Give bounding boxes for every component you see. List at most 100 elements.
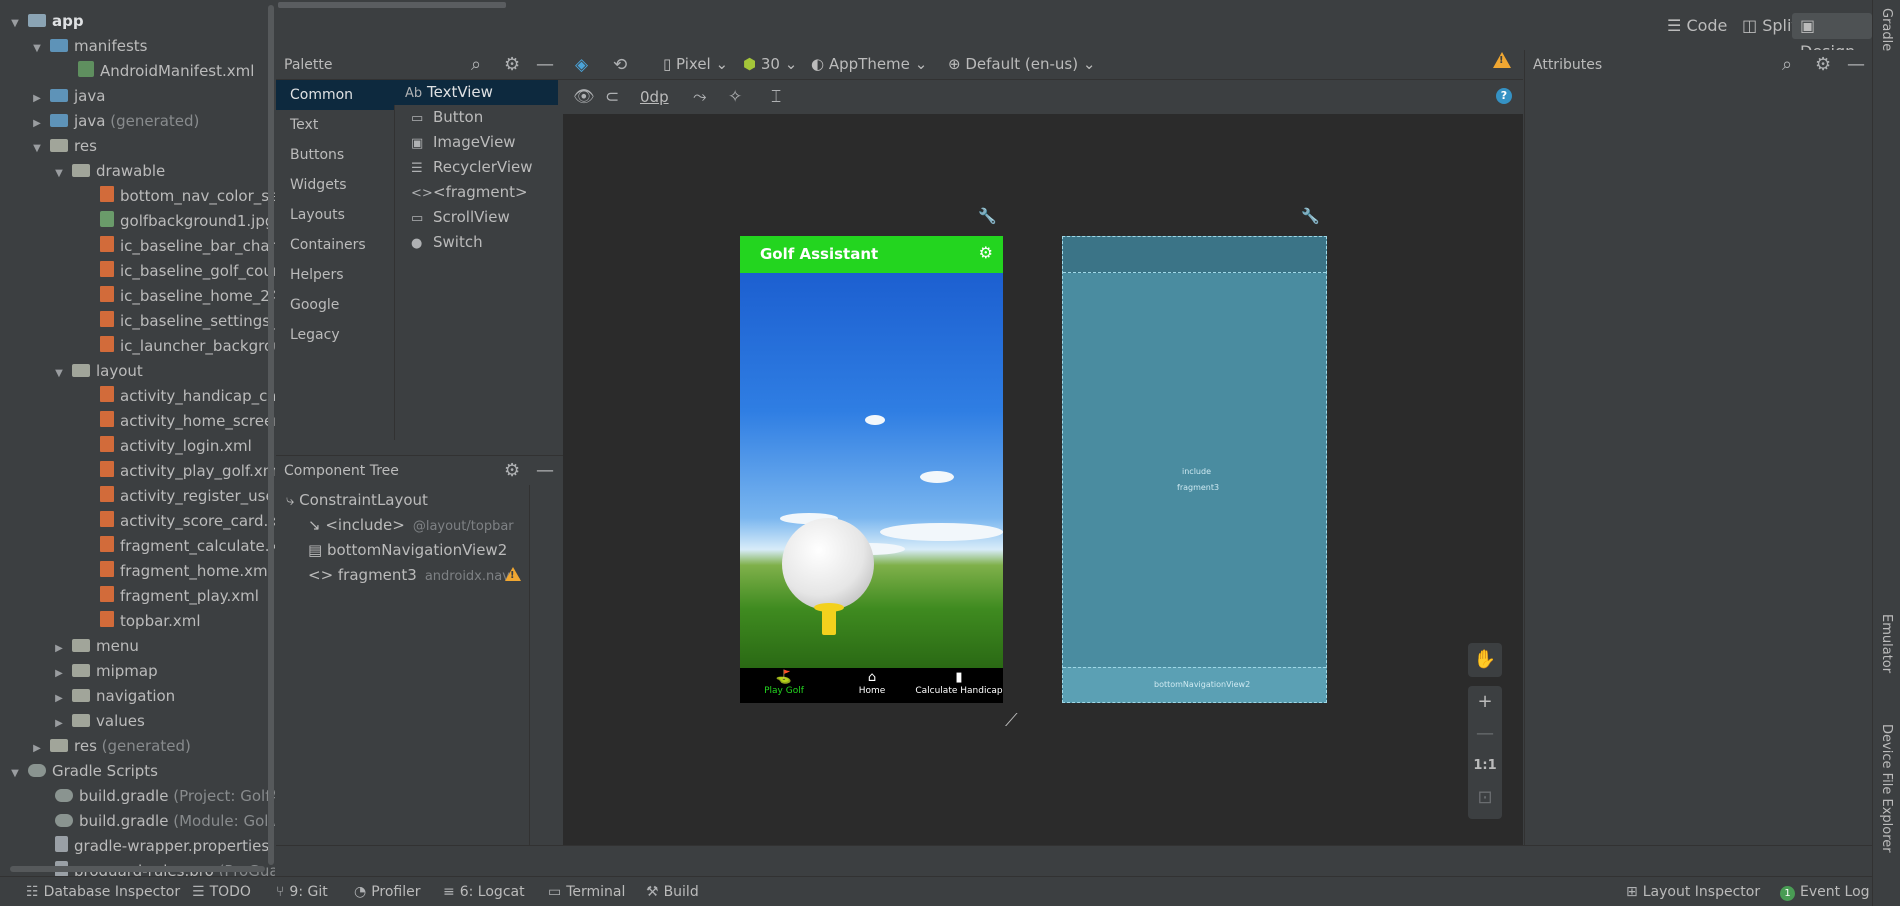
tree-item-file[interactable]: fragment_calculate.xm [100,534,275,559]
gear-icon[interactable]: ⚙ [504,54,520,75]
palette-item-recyclerview[interactable]: ☰ RecyclerView [395,155,564,180]
palette-category-common[interactable]: Common [276,80,394,110]
chevron-down-icon[interactable]: ▼ [30,36,44,61]
project-vertical-scrollbar[interactable] [268,5,274,865]
palette-category-helpers[interactable]: Helpers [276,260,394,290]
tree-item-menu[interactable]: ▶ menu [52,634,139,659]
palette-item-button[interactable]: ▭ Button [395,105,564,130]
tree-item-file[interactable]: activity_score_card.xml [100,509,275,534]
component-fragment3[interactable]: <> fragment3 androidx.nav... [308,563,521,588]
tree-item-app[interactable]: ▼ app [8,9,83,36]
search-icon[interactable]: ⌕ [1782,54,1792,75]
palette-category-buttons[interactable]: Buttons [276,140,394,170]
tree-item-java[interactable]: ▶ java [30,84,105,109]
tree-item-file[interactable]: activity_home_screen.x [100,409,275,434]
nav-play-golf[interactable]: ⛳ Play Golf [740,670,828,696]
phone-preview[interactable]: Golf Assistant ⚙ ⛳ Play Golf ⌂ Home ▮ Ca… [740,236,1003,703]
logcat-tab[interactable]: ≡ 6: Logcat [443,884,525,900]
gear-icon[interactable]: ⚙ [504,460,520,481]
chevron-right-icon[interactable]: ▶ [52,661,66,686]
tree-item-file[interactable]: ic_baseline_golf_course [100,259,275,284]
palette-category-google[interactable]: Google [276,290,394,320]
tree-item-java-generated[interactable]: ▶ java (generated) [30,109,199,134]
tree-item-file[interactable]: fragment_home.xml [100,559,272,584]
design-canvas[interactable] [563,115,1523,845]
terminal-tab[interactable]: ▭ Terminal [548,884,625,900]
magic-wand-icon[interactable]: ✧ [728,87,742,107]
palette-category-widgets[interactable]: Widgets [276,170,394,200]
device-file-explorer-tool-tab[interactable]: Device File Explorer [1879,724,1894,853]
code-mode-button[interactable]: ☰ Code [1659,13,1735,39]
magnet-icon[interactable]: ⊂ [605,87,619,107]
help-icon[interactable]: ? [1496,88,1512,104]
tree-item-file[interactable]: golfbackground1.jpg [100,209,274,234]
layout-inspector-tab[interactable]: ⊞ Layout Inspector [1626,884,1760,900]
orientation-icon[interactable]: ⟲ [613,55,627,75]
minimize-icon[interactable]: — [536,460,554,481]
event-log-tab[interactable]: 1 Event Log [1780,884,1870,901]
resize-handle-icon[interactable]: ⟋ [1005,710,1018,731]
tree-item-layout[interactable]: ▼ layout [52,359,143,384]
chevron-right-icon[interactable]: ▶ [52,711,66,736]
default-margin-input[interactable]: 0dp [640,88,669,106]
tree-item-values[interactable]: ▶ values [52,709,145,734]
pan-button[interactable]: ✋ [1468,643,1502,677]
blueprint-preview[interactable]: include fragment3 bottomNavigationView2 [1062,236,1327,703]
wrench-icon[interactable]: 🔧 [978,207,997,225]
tree-item-res[interactable]: ▼ res [30,134,97,159]
layers-icon[interactable]: ◈ [575,55,588,75]
chevron-right-icon[interactable]: ▶ [52,686,66,711]
component-bottom-navigation[interactable]: ▤ bottomNavigationView2 [308,538,507,563]
editor-tab-scrollbar[interactable] [278,2,506,8]
tree-item-gradle-scripts[interactable]: ▼ Gradle Scripts [8,759,158,784]
tree-item-file[interactable]: topbar.xml [100,609,201,634]
tree-item-gradle-wrapper[interactable]: gradle-wrapper.properties (G [55,834,275,859]
tree-item-manifests[interactable]: ▼ manifests [30,34,147,61]
device-selector[interactable]: ▯ Pixel ⌄ [663,55,728,73]
tree-item-drawable[interactable]: ▼ drawable [52,159,165,184]
build-tab[interactable]: ⚒ Build [646,884,699,900]
tree-item-file[interactable]: ic_baseline_bar_chart_2 [100,234,275,259]
chevron-right-icon[interactable]: ▶ [30,736,44,761]
chevron-right-icon[interactable]: ▶ [52,636,66,661]
tree-item-file[interactable]: activity_handicap_calcu [100,384,275,409]
wrench-icon[interactable]: 🔧 [1301,207,1320,225]
git-tab[interactable]: ⑂ 9: Git [276,884,328,900]
palette-category-legacy[interactable]: Legacy [276,320,394,350]
warning-icon[interactable]: ! [1493,52,1511,68]
database-inspector-tab[interactable]: ☷ Database Inspector [26,884,180,900]
chevron-down-icon[interactable]: ▼ [8,11,22,36]
palette-item-imageview[interactable]: ▣ ImageView [395,130,564,155]
tree-item-file[interactable]: ic_baseline_home_24.x [100,284,275,309]
minimize-icon[interactable]: — [536,54,554,75]
blueprint-bottom-navigation[interactable]: bottomNavigationView2 [1063,667,1326,702]
chevron-down-icon[interactable]: ▼ [8,761,22,786]
tree-item-file[interactable]: fragment_play.xml [100,584,259,609]
nav-home[interactable]: ⌂ Home [828,670,916,696]
chevron-down-icon[interactable]: ▼ [52,161,66,186]
tree-item-file[interactable]: activity_register_user.x [100,484,275,509]
nav-calculate-handicap[interactable]: ▮ Calculate Handicap [915,670,1003,696]
zoom-actual-size-button[interactable]: 1:1 [1468,750,1502,782]
clear-constraints-icon[interactable]: ⤳ [693,87,707,107]
tree-item-file[interactable]: activity_login.xml [100,434,252,459]
project-horizontal-scrollbar[interactable] [10,866,265,872]
component-constraintlayout[interactable]: ⤷ ConstraintLayout [286,488,428,513]
palette-item-textview[interactable]: Ab TextView [389,80,558,105]
gradle-tool-tab[interactable]: Gradle [1879,8,1894,51]
gear-icon[interactable]: ⚙ [1815,54,1831,75]
tree-item-build-gradle-project[interactable]: build.gradle (Project: GolfAssi [55,784,275,809]
chevron-right-icon[interactable]: ▶ [30,111,44,136]
theme-selector[interactable]: ◐ AppTheme ⌄ [811,55,927,73]
zoom-out-button[interactable]: — [1468,718,1502,750]
chevron-right-icon[interactable]: ▶ [30,86,44,111]
chevron-down-icon[interactable]: ▼ [52,361,66,386]
api-level-selector[interactable]: ⬢ 30 ⌄ [743,55,797,73]
chevron-down-icon[interactable]: ▼ [30,136,44,161]
zoom-in-button[interactable]: + [1468,686,1502,718]
palette-item-switch[interactable]: ● Switch [395,230,564,255]
eye-icon[interactable]: 👁 [573,87,595,107]
locale-selector[interactable]: ⊕ Default (en-us) ⌄ [948,55,1095,73]
profiler-tab[interactable]: ◔ Profiler [354,884,421,900]
search-icon[interactable]: ⌕ [471,54,481,75]
